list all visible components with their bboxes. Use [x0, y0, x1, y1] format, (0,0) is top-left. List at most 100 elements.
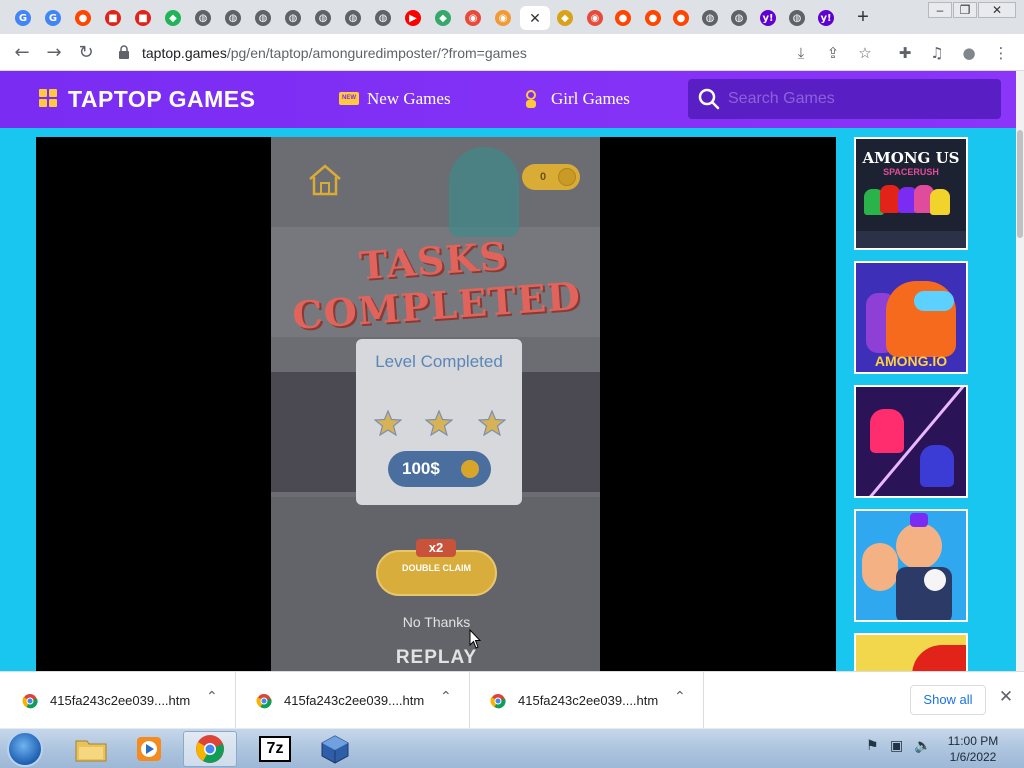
taskbar-explorer[interactable] — [64, 731, 118, 767]
download-item[interactable]: 415fa243c2ee039....htm ⌃ — [2, 672, 236, 729]
tab-close-button[interactable]: ✕ — [520, 6, 550, 30]
browser-tab[interactable]: ◍ — [370, 6, 396, 30]
install-icon[interactable]: ⤓ — [789, 41, 813, 65]
scrollbar-thumb[interactable] — [1017, 130, 1023, 238]
browser-tab[interactable]: ■ — [130, 6, 156, 30]
game-thumb-among-us-spacerush[interactable]: AMONG US SPACERUSH — [854, 137, 968, 250]
share-icon[interactable]: ⇪ — [821, 41, 845, 65]
game-thumb-punk-fighter[interactable] — [854, 509, 968, 622]
browser-tab[interactable]: y! — [755, 6, 781, 30]
profile-avatar-icon[interactable]: ● — [957, 41, 981, 65]
new-tab-button[interactable]: + — [852, 5, 874, 29]
coin-icon — [461, 460, 479, 478]
search-input[interactable] — [728, 87, 988, 111]
roblox-icon: ■ — [105, 10, 121, 26]
browser-tab[interactable]: ◆ — [430, 6, 456, 30]
browser-tab[interactable]: ◉ — [460, 6, 486, 30]
back-button[interactable]: ← — [10, 41, 34, 65]
browser-tab[interactable]: ◍ — [220, 6, 246, 30]
game-thumb-imposter-split[interactable] — [854, 385, 968, 498]
crewmate-figure — [449, 147, 519, 237]
thumb-title: AMONG.IO — [874, 353, 948, 369]
browser-tab[interactable]: ◉ — [582, 6, 608, 30]
download-item[interactable]: 415fa243c2ee039....htm ⌃ — [470, 672, 704, 729]
nav-new-games[interactable]: New Games — [367, 89, 451, 109]
game-thumb-among-io[interactable]: AMONG.IO — [854, 261, 968, 374]
site-logo[interactable]: TAPTOP GAMES — [68, 86, 255, 113]
nav-girl-games[interactable]: Girl Games — [551, 89, 630, 109]
chevron-up-icon[interactable]: ⌃ — [206, 689, 218, 705]
browser-tab[interactable]: ◍ — [340, 6, 366, 30]
browser-tab[interactable]: ● — [70, 6, 96, 30]
download-item[interactable]: 415fa243c2ee039....htm ⌃ — [236, 672, 470, 729]
no-thanks-button[interactable]: No Thanks — [376, 614, 497, 630]
level-completed-title: Level Completed — [375, 352, 503, 371]
browser-tab[interactable]: G — [10, 6, 36, 30]
folder-icon — [75, 740, 107, 762]
browser-tab[interactable]: ◍ — [726, 6, 752, 30]
close-window-button[interactable]: ✕ — [978, 2, 1016, 18]
globe-icon: ◍ — [731, 10, 747, 26]
taskbar-virtualbox[interactable] — [308, 731, 362, 767]
chevron-up-icon[interactable]: ⌃ — [440, 689, 452, 705]
virtualbox-icon — [321, 735, 349, 764]
browser-tab[interactable]: G — [40, 6, 66, 30]
reddit-icon: ● — [673, 10, 689, 26]
reload-button[interactable]: ↻ — [74, 41, 98, 65]
bookmark-star-icon[interactable]: ☆ — [853, 41, 877, 65]
browser-tab[interactable]: y! — [813, 6, 839, 30]
lock-icon[interactable] — [118, 45, 130, 59]
address-bar[interactable]: taptop.games/pg/en/taptop/amonguredimpos… — [110, 39, 890, 67]
reward-text: 100$ — [402, 459, 440, 478]
chevron-up-icon[interactable]: ⌃ — [674, 689, 686, 705]
chrome-menu-icon[interactable]: ⋮ — [989, 41, 1013, 65]
logo-grid-icon[interactable] — [39, 89, 57, 107]
browser-tab[interactable]: ◆ — [552, 6, 578, 30]
browser-tab[interactable]: ◍ — [310, 6, 336, 30]
minimize-button[interactable]: – — [928, 2, 952, 18]
browser-tab[interactable]: ◍ — [280, 6, 306, 30]
game-thumb-partial[interactable] — [854, 633, 968, 673]
search-icon[interactable] — [698, 88, 720, 110]
taskbar-media-player[interactable] — [122, 731, 176, 767]
browser-tab[interactable]: ◉ — [490, 6, 516, 30]
clock-date: 1/6/2022 — [949, 750, 997, 764]
browser-tab[interactable]: ◍ — [250, 6, 276, 30]
network-icon[interactable]: ▣ — [890, 738, 903, 754]
extensions-icon[interactable]: ✚ — [893, 41, 917, 65]
url-text[interactable]: taptop.games/pg/en/taptop/amonguredimpos… — [142, 45, 527, 61]
show-all-button[interactable]: Show all — [910, 685, 986, 715]
browser-tab[interactable]: ▶ — [400, 6, 426, 30]
browser-tab[interactable]: ◆ — [160, 6, 186, 30]
roblox-icon: ■ — [135, 10, 151, 26]
taskbar-chrome[interactable] — [183, 731, 237, 767]
replay-button[interactable]: REPLAY — [376, 647, 497, 669]
volume-icon[interactable]: 🔈 — [914, 738, 931, 754]
search-box[interactable] — [688, 79, 1001, 119]
taskbar-7zip[interactable]: 7z — [248, 731, 302, 767]
globe-icon: ◍ — [285, 10, 301, 26]
start-button[interactable] — [7, 731, 43, 767]
browser-tab[interactable]: ● — [610, 6, 636, 30]
action-center-flag-icon[interactable]: ⚑ — [866, 738, 879, 754]
browser-tab[interactable]: ◍ — [784, 6, 810, 30]
close-downloads-button[interactable]: ✕ — [996, 687, 1016, 711]
maximize-button[interactable]: ❐ — [953, 2, 977, 18]
downloads-bar: 415fa243c2ee039....htm ⌃ 415fa243c2ee039..… — [0, 671, 1024, 729]
system-clock[interactable]: 11:00 PM 1/6/2022 — [934, 733, 1012, 765]
media-control-icon[interactable]: ♫ — [925, 41, 949, 65]
orange-game-icon: ◉ — [495, 10, 511, 26]
clock-time: 11:00 PM — [947, 734, 999, 748]
browser-tab[interactable]: ● — [668, 6, 694, 30]
browser-toolbar: ← → ↻ taptop.games/pg/en/taptop/amongure… — [0, 34, 1024, 71]
star-icon — [425, 410, 453, 436]
globe-icon: ◍ — [255, 10, 271, 26]
browser-tab[interactable]: ■ — [100, 6, 126, 30]
forward-button[interactable]: → — [42, 41, 66, 65]
mouse-cursor-icon — [469, 629, 481, 649]
coin-counter: 0 — [522, 164, 580, 190]
home-icon[interactable] — [307, 163, 343, 197]
browser-tab[interactable]: ● — [640, 6, 666, 30]
browser-tab[interactable]: ◍ — [190, 6, 216, 30]
browser-tab[interactable]: ◍ — [697, 6, 723, 30]
